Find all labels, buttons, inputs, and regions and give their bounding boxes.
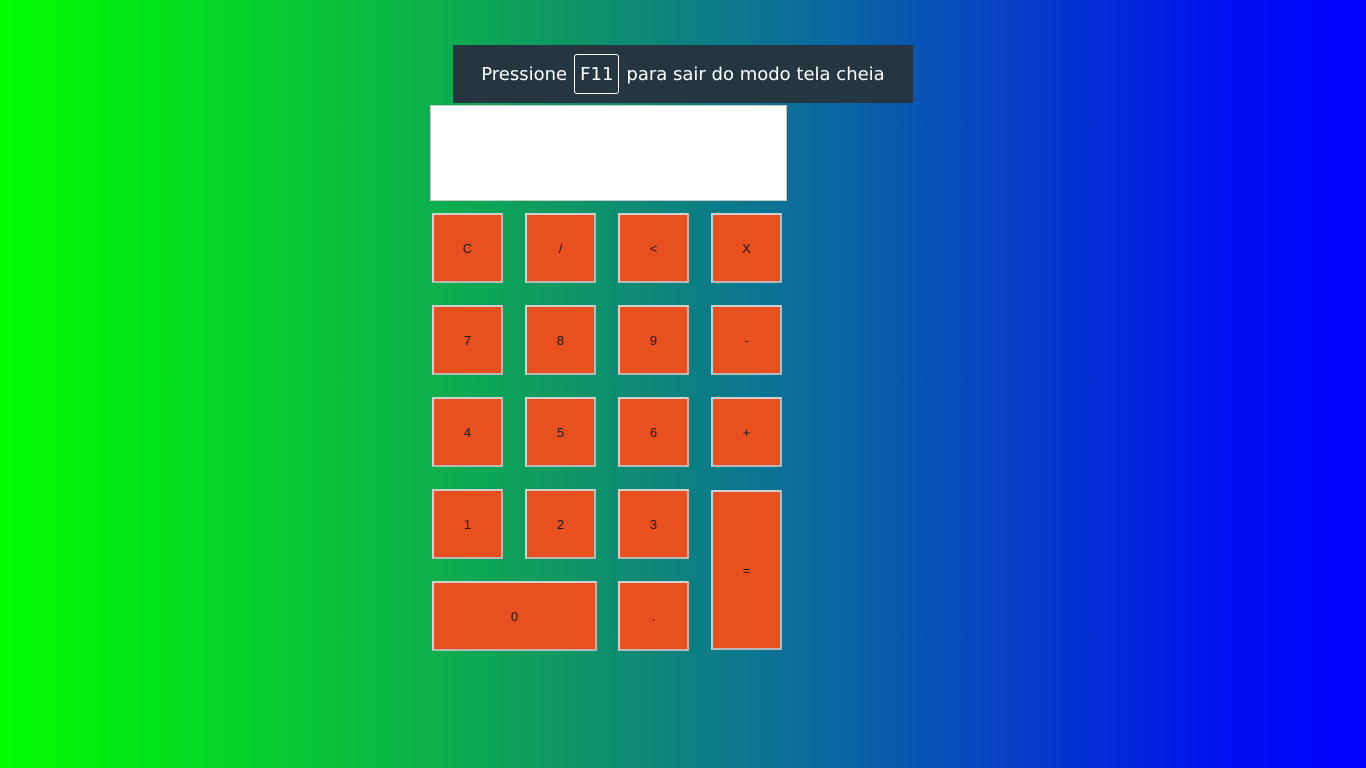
digit-0-button[interactable]: 0 xyxy=(432,581,597,651)
decimal-button[interactable]: . xyxy=(618,581,689,651)
digit-4-button[interactable]: 4 xyxy=(432,397,503,467)
digit-2-button[interactable]: 2 xyxy=(525,489,596,559)
calculator-display xyxy=(430,105,787,201)
clear-button[interactable]: C xyxy=(432,213,503,283)
digit-7-button[interactable]: 7 xyxy=(432,305,503,375)
digit-3-button[interactable]: 3 xyxy=(618,489,689,559)
digit-9-button[interactable]: 9 xyxy=(618,305,689,375)
divide-button[interactable]: / xyxy=(525,213,596,283)
digit-6-button[interactable]: 6 xyxy=(618,397,689,467)
backspace-button[interactable]: < xyxy=(618,213,689,283)
digit-5-button[interactable]: 5 xyxy=(525,397,596,467)
multiply-button[interactable]: X xyxy=(711,213,782,283)
plus-button[interactable]: + xyxy=(711,397,782,467)
fullscreen-notice-suffix: para sair do modo tela cheia xyxy=(626,63,885,85)
digit-1-button[interactable]: 1 xyxy=(432,489,503,559)
fullscreen-notice-prefix: Pressione xyxy=(481,63,568,85)
fullscreen-exit-notice: Pressione F11 para sair do modo tela che… xyxy=(453,45,913,103)
digit-8-button[interactable]: 8 xyxy=(525,305,596,375)
equals-button[interactable]: = xyxy=(711,490,782,650)
minus-button[interactable]: - xyxy=(711,305,782,375)
f11-key-badge: F11 xyxy=(574,54,620,94)
